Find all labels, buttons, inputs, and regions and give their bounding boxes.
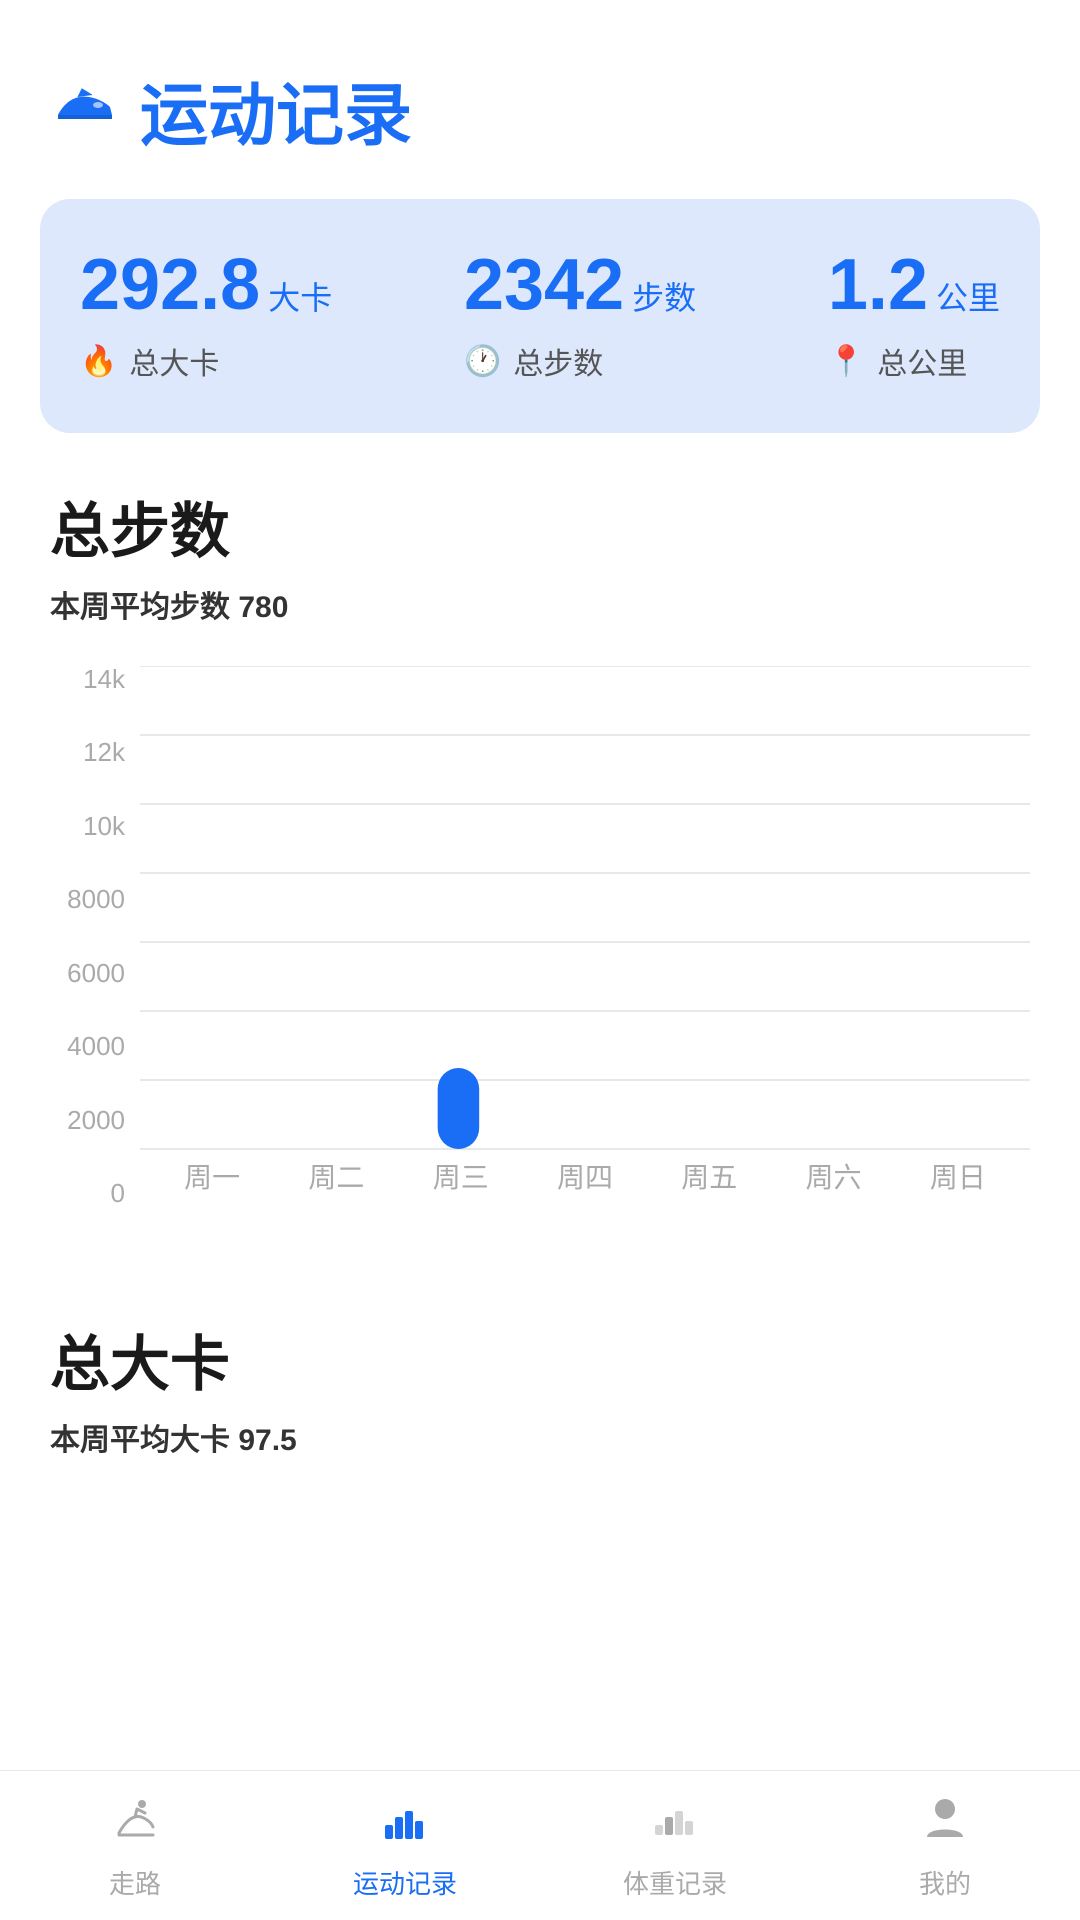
calories-section-title: 总大卡 xyxy=(50,1316,1030,1403)
weight-label: 体重记录 xyxy=(623,1864,727,1901)
stats-card: 292.8 大卡 🔥 总大卡 2342 步数 🕐 总步数 1.2 公里 xyxy=(40,199,1040,433)
bottom-nav: 走路 运动记录 体重记录 xyxy=(0,1770,1080,1920)
header-shoe-icon xyxy=(50,67,120,152)
clock-icon: 🕐 xyxy=(464,344,501,379)
walk-icon xyxy=(109,1791,161,1856)
stat-steps: 2342 步数 🕐 总步数 xyxy=(464,249,696,383)
steps-unit: 步数 xyxy=(632,273,696,319)
walk-label: 走路 xyxy=(109,1864,161,1901)
chart-svg xyxy=(140,666,1030,1206)
nav-item-weight[interactable]: 体重记录 xyxy=(540,1791,810,1901)
x-label-mon: 周一 xyxy=(184,1156,240,1196)
distance-value: 1.2 xyxy=(828,249,928,321)
y-label-14k: 14k xyxy=(83,666,125,692)
stat-distance: 1.2 公里 📍 总公里 xyxy=(828,249,1000,383)
y-label-8000: 8000 xyxy=(67,886,125,912)
steps-avg-subtitle: 本周平均步数 780 xyxy=(50,582,1030,626)
exercise-icon xyxy=(379,1791,431,1856)
nav-item-mine[interactable]: 我的 xyxy=(810,1791,1080,1901)
x-label-sat: 周六 xyxy=(806,1156,862,1196)
nav-item-walk[interactable]: 走路 xyxy=(0,1791,270,1901)
steps-label: 总步数 xyxy=(513,339,603,383)
distance-label: 总公里 xyxy=(877,339,967,383)
location-icon: 📍 xyxy=(828,344,865,379)
steps-section: 总步数 本周平均步数 780 14k 12k 10k 8000 6000 400… xyxy=(0,483,1080,1266)
mine-icon xyxy=(919,1791,971,1856)
y-label-4000: 4000 xyxy=(67,1033,125,1059)
x-label-fri: 周五 xyxy=(681,1156,737,1196)
calories-unit: 大卡 xyxy=(268,273,332,319)
chart-x-axis: 周一 周二 周三 周四 周五 周六 周日 xyxy=(140,1146,1030,1206)
calories-label: 总大卡 xyxy=(129,339,219,383)
x-label-tue: 周二 xyxy=(308,1156,364,1196)
header: 运动记录 xyxy=(0,0,1080,189)
calories-value: 292.8 xyxy=(80,249,260,321)
steps-section-title: 总步数 xyxy=(50,483,1030,570)
nav-item-exercise[interactable]: 运动记录 xyxy=(270,1791,540,1901)
calories-avg-subtitle: 本周平均大卡 97.5 xyxy=(50,1415,1030,1459)
bar-wednesday xyxy=(438,1068,480,1149)
y-label-10k: 10k xyxy=(83,813,125,839)
y-label-12k: 12k xyxy=(83,739,125,765)
chart-y-axis: 14k 12k 10k 8000 6000 4000 2000 0 xyxy=(50,666,135,1206)
stat-calories: 292.8 大卡 🔥 总大卡 xyxy=(80,249,332,383)
page: 运动记录 292.8 大卡 🔥 总大卡 2342 步数 🕐 总步数 xyxy=(0,0,1080,1920)
calories-section: 总大卡 本周平均大卡 97.5 xyxy=(0,1316,1080,1499)
weight-icon xyxy=(649,1791,701,1856)
mine-label: 我的 xyxy=(919,1864,971,1901)
fire-icon: 🔥 xyxy=(80,344,117,379)
y-label-0: 0 xyxy=(111,1180,125,1206)
y-label-2000: 2000 xyxy=(67,1107,125,1133)
exercise-label: 运动记录 xyxy=(353,1864,457,1901)
page-title: 运动记录 xyxy=(140,60,412,159)
x-label-wed: 周三 xyxy=(433,1156,489,1196)
y-label-6000: 6000 xyxy=(67,960,125,986)
distance-unit: 公里 xyxy=(936,273,1000,319)
x-label-thu: 周四 xyxy=(557,1156,613,1196)
steps-chart: 14k 12k 10k 8000 6000 4000 2000 0 xyxy=(50,666,1030,1266)
steps-value: 2342 xyxy=(464,249,624,321)
chart-plot-area: 周一 周二 周三 周四 周五 周六 周日 xyxy=(140,666,1030,1206)
x-label-sun: 周日 xyxy=(930,1156,986,1196)
